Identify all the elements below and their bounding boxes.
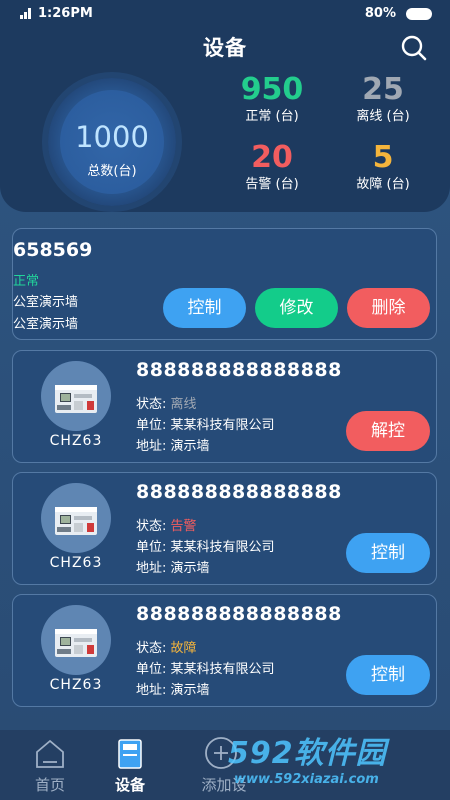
total-label: 总数(台) xyxy=(87,164,137,179)
stat-offline[interactable]: 25 离线 (台) xyxy=(333,72,433,124)
device-status-row: 状态: 离线 xyxy=(136,393,197,412)
device-status-row: 状态: 告警 xyxy=(136,515,197,534)
nav-devices-label: 设备 xyxy=(114,776,145,794)
device-status-row: 状态: 故障 xyxy=(136,637,197,656)
fault-count: 5 xyxy=(372,140,394,175)
device-address: 地址: 演示墙 xyxy=(136,561,210,576)
device-location-2: 公室演示墙 xyxy=(13,317,79,332)
control-button[interactable]: 控制 xyxy=(163,288,246,328)
status-label: 状态: xyxy=(136,519,167,534)
status-label: 状态: xyxy=(136,641,167,656)
stat-fault[interactable]: 5 故障 (台) xyxy=(333,140,433,192)
normal-count: 950 xyxy=(240,72,304,107)
stat-alarm[interactable]: 20 告警 (台) xyxy=(222,140,322,192)
device-unit: 单位: 某某科技有限公司 xyxy=(136,418,275,433)
device-address: 地址: 演示墙 xyxy=(136,439,210,454)
normal-label: 正常 (台) xyxy=(245,109,299,124)
device-unit: 单位: 某某科技有限公司 xyxy=(136,540,275,555)
device-icon xyxy=(118,739,142,769)
control-button[interactable]: 控制 xyxy=(346,655,430,695)
search-icon[interactable] xyxy=(400,34,428,62)
device-id: 888888888888888 xyxy=(136,359,342,381)
nav-devices[interactable]: 设备 xyxy=(80,730,180,800)
device-image xyxy=(41,361,111,431)
alarm-count: 20 xyxy=(251,140,293,175)
device-id: 658569 xyxy=(13,239,93,261)
device-card-selected[interactable]: 658569 正常 公室演示墙 公室演示墙 控制 修改 删除 xyxy=(12,228,437,340)
status-bar: 1:26PM 80% xyxy=(0,0,450,28)
offline-label: 离线 (台) xyxy=(356,109,410,124)
watermark-logo: 592软件园 xyxy=(228,736,387,771)
battery-icon xyxy=(406,7,432,20)
device-image xyxy=(41,605,111,675)
device-image xyxy=(41,483,111,553)
offline-count: 25 xyxy=(362,72,404,107)
status-label: 状态: xyxy=(136,397,167,412)
fault-label: 故障 (台) xyxy=(356,177,410,192)
header-panel: 1:26PM 80% 设备 1000 总数(台) 950 正常 (台) 25 离… xyxy=(0,0,450,212)
alarm-label: 告警 (台) xyxy=(245,177,299,192)
status-value: 故障 xyxy=(170,641,197,656)
device-id: 888888888888888 xyxy=(136,603,342,625)
status-value: 离线 xyxy=(170,397,197,412)
edit-button[interactable]: 修改 xyxy=(255,288,338,328)
release-control-button[interactable]: 解控 xyxy=(346,411,430,451)
battery-percent: 80% xyxy=(364,6,396,21)
page-title: 设备 xyxy=(203,36,247,60)
device-address: 地址: 演示墙 xyxy=(136,683,210,698)
device-location: 公室演示墙 xyxy=(13,295,79,310)
control-button[interactable]: 控制 xyxy=(346,533,430,573)
home-icon xyxy=(36,739,64,768)
delete-button[interactable]: 删除 xyxy=(347,288,430,328)
device-model: CHZ63 xyxy=(49,433,103,449)
device-status: 正常 xyxy=(13,274,40,289)
device-unit: 单位: 某某科技有限公司 xyxy=(136,662,275,677)
signal-icon xyxy=(20,8,32,19)
device-card[interactable]: CHZ63 888888888888888 状态: 离线 单位: 某某科技有限公… xyxy=(12,350,437,463)
watermark-url: www.592xiazai.com xyxy=(234,772,379,787)
device-model: CHZ63 xyxy=(49,555,103,571)
stat-normal[interactable]: 950 正常 (台) xyxy=(222,72,322,124)
device-card[interactable]: CHZ63 888888888888888 状态: 告警 单位: 某某科技有限公… xyxy=(12,472,437,585)
total-count: 1000 xyxy=(75,120,149,154)
device-id: 888888888888888 xyxy=(136,481,342,503)
total-devices-ring: 1000 总数(台) xyxy=(48,78,176,206)
device-model: CHZ63 xyxy=(49,677,103,693)
status-value: 告警 xyxy=(170,519,197,534)
status-time: 1:26PM xyxy=(38,6,93,21)
device-card[interactable]: CHZ63 888888888888888 状态: 故障 单位: 某某科技有限公… xyxy=(12,594,437,707)
